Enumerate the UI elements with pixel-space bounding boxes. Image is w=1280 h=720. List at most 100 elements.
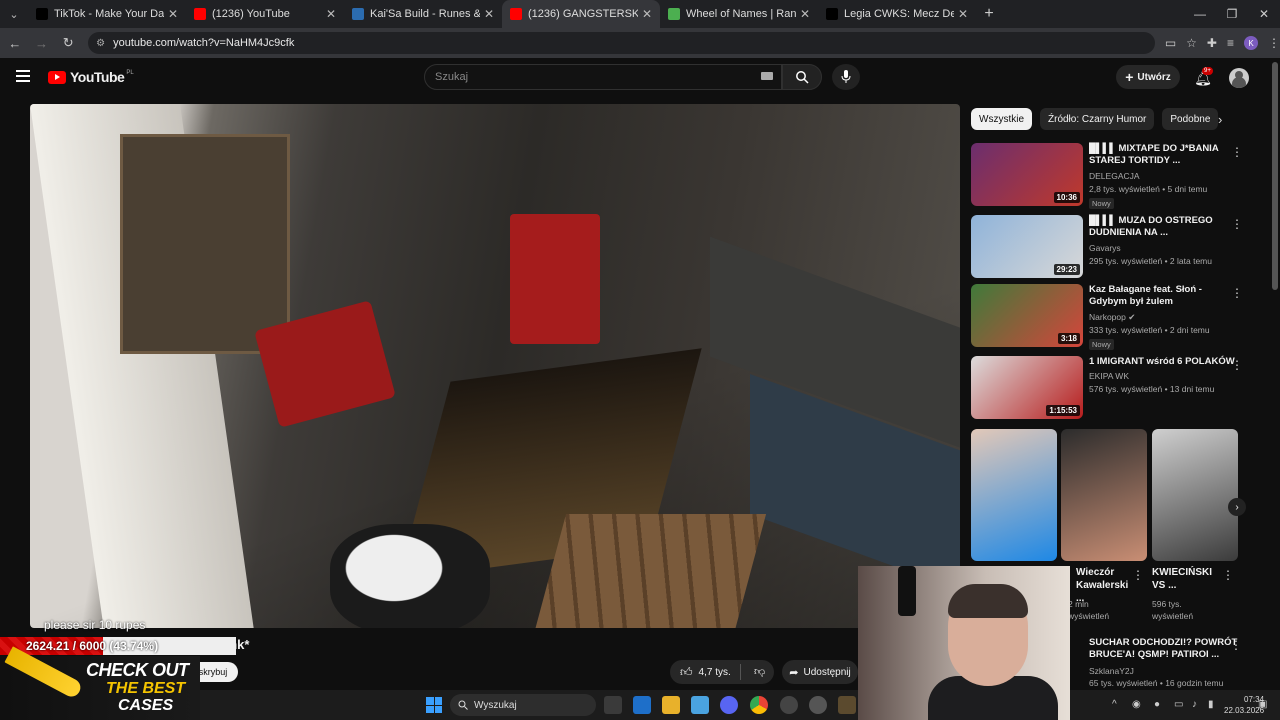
browser-tab[interactable]: Wheel of Names | Random nam ✕ <box>660 0 818 28</box>
chevron-right-icon[interactable]: › <box>1218 112 1222 127</box>
close-tab-icon[interactable]: ✕ <box>326 7 336 21</box>
tray-app-icon[interactable]: ◉ <box>1132 699 1141 710</box>
outlook-icon[interactable] <box>633 696 651 714</box>
filter-chip[interactable]: Źródło: Czarny Humor <box>1040 108 1155 130</box>
shorts-next-icon[interactable]: › <box>1228 498 1246 516</box>
rec-channel[interactable]: DELEGACJA <box>1089 171 1140 181</box>
extensions-icon[interactable]: ✚ <box>1207 36 1217 50</box>
browser-tab[interactable]: Kai'Sa Build - Runes & Items Pa ✕ <box>344 0 502 28</box>
account-avatar[interactable] <box>1229 68 1249 88</box>
photos-icon[interactable] <box>691 696 709 714</box>
app-icon[interactable] <box>809 696 827 714</box>
close-window-icon[interactable]: ✕ <box>1248 0 1280 28</box>
obs-icon[interactable] <box>780 696 798 714</box>
rec-menu-icon[interactable]: ⋮ <box>1231 145 1243 159</box>
tab-label: TikTok - Make Your Day <box>54 8 164 20</box>
video-thumbnail[interactable]: 3:18 <box>971 284 1083 347</box>
rec-menu-icon[interactable]: ⋮ <box>1231 358 1243 372</box>
notification-count-badge: 9+ <box>1202 67 1213 75</box>
close-tab-icon[interactable]: ✕ <box>168 7 178 21</box>
page-scrollbar[interactable] <box>1272 62 1278 290</box>
address-bar[interactable]: ⚙ youtube.com/watch?v=NaHM4Jc9cfk <box>88 32 1155 54</box>
short-thumbnail[interactable] <box>1152 429 1238 561</box>
close-tab-icon[interactable]: ✕ <box>642 7 652 21</box>
rec-menu-icon[interactable]: ⋮ <box>1230 638 1242 652</box>
task-view-icon[interactable] <box>604 696 622 714</box>
rec-title[interactable]: Kaz Bałagane feat. Słoń - Gdybym był żul… <box>1089 284 1237 308</box>
network-icon[interactable]: ▭ <box>1174 699 1183 710</box>
tab-label: Kai'Sa Build - Runes & Items Pa <box>370 8 480 20</box>
rec-channel[interactable]: Narkopop ✔ <box>1089 312 1135 323</box>
short-title-3[interactable]: KWIECIŃSKI VS ... <box>1152 566 1222 592</box>
voice-search-button[interactable] <box>832 64 860 90</box>
close-tab-icon[interactable]: ✕ <box>958 7 968 21</box>
rec-title[interactable]: SUCHAR ODCHODZI!? POWRÓT BRUCE'A! QSMP! … <box>1089 637 1239 661</box>
new-tab-button[interactable]: + <box>976 5 1002 23</box>
video-thumbnail[interactable]: 29:23 <box>971 215 1083 278</box>
browser-menu-icon[interactable]: ⋮ <box>1268 36 1280 50</box>
search-input[interactable]: Szukaj <box>424 64 782 90</box>
share-button[interactable]: ➦ Udostępnij <box>782 660 858 684</box>
thumbs-down-icon[interactable]: 👎︎ <box>754 665 765 678</box>
stream-chat-message: please sir 10 rupes <box>44 618 146 632</box>
discord-icon[interactable] <box>720 696 738 714</box>
tray-overflow-icon[interactable]: ^ <box>1112 699 1117 710</box>
forward-icon[interactable]: → <box>30 36 54 51</box>
video-thumbnail[interactable]: 1:15:53 <box>971 356 1083 419</box>
video-thumbnail[interactable]: 10:36 <box>971 143 1083 206</box>
tray-app-icon[interactable]: ● <box>1154 699 1160 710</box>
minimize-icon[interactable]: — <box>1184 0 1216 28</box>
volume-icon[interactable]: ♪ <box>1192 699 1197 710</box>
reading-list-icon[interactable]: ≡ <box>1227 36 1234 50</box>
short-thumbnail[interactable] <box>971 429 1057 561</box>
browser-tab[interactable]: (1236) YouTube ✕ <box>186 0 344 28</box>
rec-title[interactable]: █▌▌▌ MUZA DO OSTREGO DUDNIENIA NA ... <box>1089 215 1237 239</box>
rec-channel[interactable]: Gavarys <box>1089 243 1121 253</box>
rec-channel[interactable]: SzklanaY2J <box>1089 666 1134 676</box>
restore-icon[interactable]: ❐ <box>1216 0 1248 28</box>
recommendation-item[interactable]: 29:23 █▌▌▌ MUZA DO OSTREGO DUDNIENIA NA .… <box>971 215 1261 279</box>
close-tab-icon[interactable]: ✕ <box>800 7 810 21</box>
shorts-shelf <box>971 429 1241 563</box>
recommendation-item[interactable]: 1:15:53 1 IMIGRANT wśród 6 POLAKÓW EKIPA W… <box>971 356 1261 420</box>
search-button[interactable] <box>782 64 822 90</box>
recommendation-item[interactable]: 3:18 Kaz Bałagane feat. Słoń - Gdybym był… <box>971 284 1261 350</box>
rec-menu-icon[interactable]: ⋮ <box>1231 286 1243 300</box>
browser-tab[interactable]: TikTok - Make Your Day ✕ <box>28 0 186 28</box>
reload-icon[interactable]: ↻ <box>56 35 80 51</box>
video-player[interactable] <box>30 104 960 628</box>
create-button[interactable]: + Utwórz <box>1116 65 1180 89</box>
file-explorer-icon[interactable] <box>662 696 680 714</box>
short-menu-icon[interactable]: ⋮ <box>1132 568 1144 582</box>
filter-chip[interactable]: Podobne <box>1162 108 1219 130</box>
profile-avatar[interactable]: K <box>1244 36 1258 50</box>
rec-title[interactable]: 1 IMIGRANT wśród 6 POLAKÓW <box>1089 356 1237 368</box>
windows-start-icon[interactable] <box>426 697 442 713</box>
rec-title[interactable]: █▌▌▌ MIXTAPE DO J*BANIA STAREJ TORTIDY .… <box>1089 143 1237 167</box>
browser-tab[interactable]: (1236) GANGSTERSKIE PORACH ✕ <box>502 0 660 28</box>
tab-search-icon[interactable]: ⌄ <box>0 0 28 28</box>
menu-icon[interactable] <box>16 70 30 82</box>
short-menu-icon[interactable]: ⋮ <box>1222 568 1234 582</box>
battery-icon[interactable]: ▮ <box>1208 699 1214 710</box>
like-button[interactable]: 👍︎ 4,7 tys. 👎︎ <box>670 660 774 684</box>
site-info-icon[interactable]: ⚙ <box>96 38 105 49</box>
short-meta-1a: 2 mln <box>1068 599 1089 609</box>
rec-menu-icon[interactable]: ⋮ <box>1231 217 1243 231</box>
cast-icon[interactable]: ▭ <box>1165 36 1176 50</box>
close-tab-icon[interactable]: ✕ <box>484 7 494 21</box>
short-thumbnail[interactable] <box>1061 429 1147 561</box>
back-icon[interactable]: ← <box>3 36 27 51</box>
youtube-logo[interactable]: YouTube PL <box>48 69 134 85</box>
filter-chip[interactable]: Wszystkie <box>971 108 1032 130</box>
video-frame-motorbike <box>330 524 490 628</box>
chrome-icon[interactable] <box>750 696 768 714</box>
rec-channel[interactable]: EKIPA WK <box>1089 371 1129 381</box>
recommendation-item[interactable]: 10:36 █▌▌▌ MIXTAPE DO J*BANIA STAREJ TORT… <box>971 143 1261 209</box>
notification-center-icon[interactable]: ▣ <box>1258 699 1267 710</box>
browser-tab[interactable]: Legia CWKS: Mecz Derbowy i R ✕ <box>818 0 976 28</box>
bookmark-star-icon[interactable]: ☆ <box>1186 36 1197 50</box>
app-icon[interactable] <box>838 696 856 714</box>
keyboard-icon[interactable] <box>761 72 773 80</box>
taskbar-search[interactable]: Wyszukaj <box>450 694 596 716</box>
